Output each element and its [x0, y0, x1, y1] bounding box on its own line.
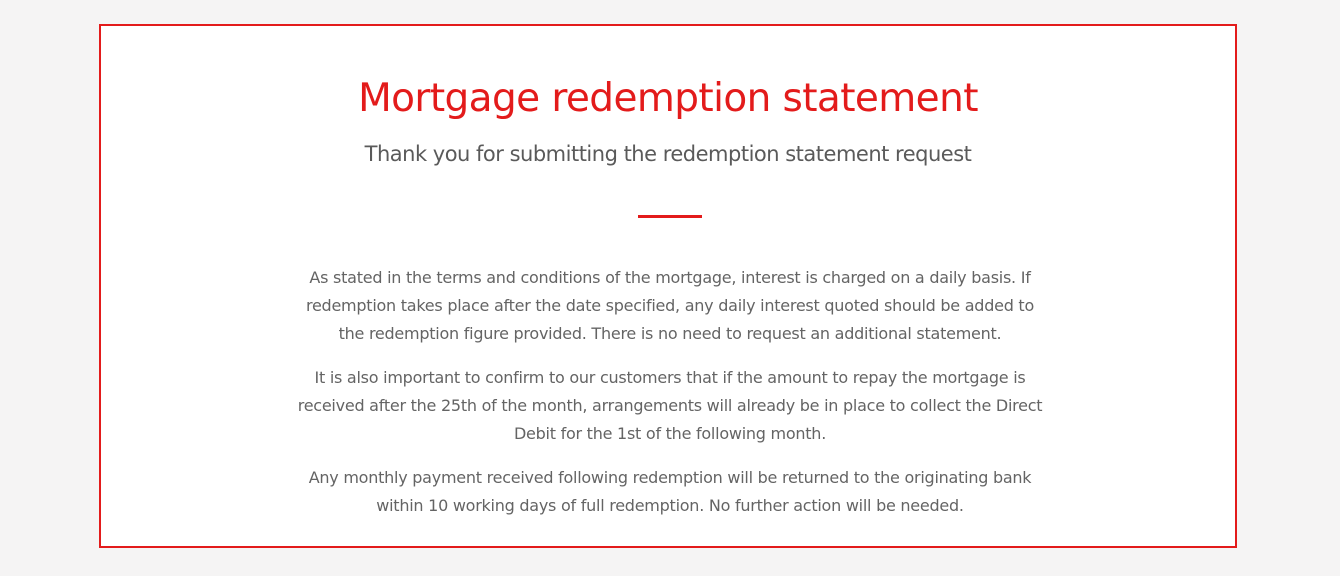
- daily-interest-paragraph: As stated in the terms and conditions of…: [305, 268, 1034, 343]
- statement-information: As stated in the terms and conditions of…: [291, 264, 1049, 520]
- accent-divider: [638, 215, 702, 218]
- confirmation-subtitle: Thank you for submitting the redemption …: [364, 142, 972, 166]
- monthly-payment-return-paragraph: Any monthly payment received following r…: [308, 468, 1032, 515]
- page: Mortgage redemption statement Thank you …: [0, 0, 1340, 576]
- page-title: Mortgage redemption statement: [358, 76, 978, 121]
- redemption-statement-card: Mortgage redemption statement Thank you …: [99, 24, 1237, 548]
- direct-debit-paragraph: It is also important to confirm to our c…: [297, 368, 1043, 443]
